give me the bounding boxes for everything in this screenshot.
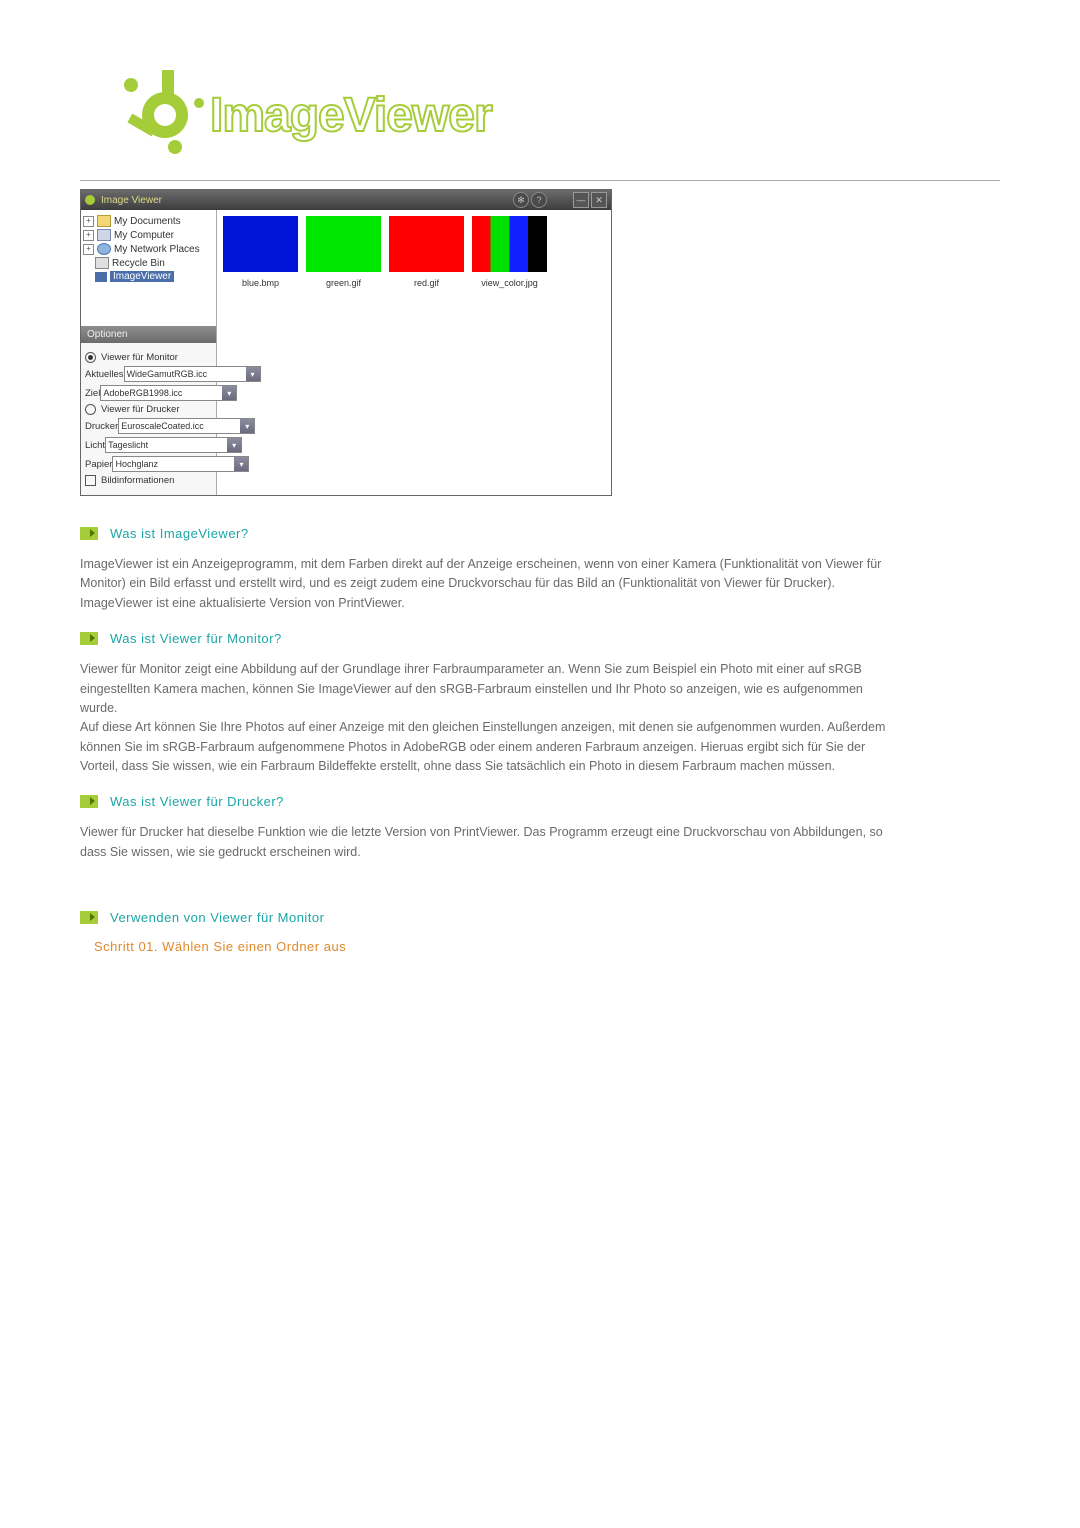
folder-tree[interactable]: +My Documents +My Computer +My Network P… — [81, 210, 216, 326]
section-body: Auf diese Art können Sie Ihre Photos auf… — [80, 718, 890, 776]
arrow-icon — [80, 911, 98, 924]
tree-item-selected[interactable]: ImageViewer — [83, 270, 214, 283]
logo-mark — [120, 70, 210, 160]
licht-label: Licht — [85, 440, 105, 451]
section-title: Verwenden von Viewer für Monitor — [110, 910, 324, 925]
sidebar: +My Documents +My Computer +My Network P… — [81, 210, 217, 495]
section-title: Was ist ImageViewer? — [110, 526, 249, 541]
bildinfo-checkbox[interactable]: Bildinformationen — [85, 475, 212, 486]
settings-icon[interactable]: ✻ — [513, 192, 529, 208]
options-panel: Viewer für Monitor Aktuelles ▾ Ziel ▾ Vi… — [81, 343, 216, 495]
thumb-stripes[interactable]: view_color.jpg — [472, 216, 547, 489]
thumb-blue[interactable]: blue.bmp — [223, 216, 298, 489]
tree-item-network[interactable]: +My Network Places — [83, 242, 214, 256]
tree-item-documents[interactable]: +My Documents — [83, 214, 214, 228]
thumb-red[interactable]: red.gif — [389, 216, 464, 489]
aktuelles-label: Aktuelles — [85, 369, 124, 380]
help-icon[interactable]: ? — [531, 192, 547, 208]
brand-logo: ImageViewer — [120, 70, 1000, 160]
papier-label: Papier — [85, 459, 112, 470]
minimize-button[interactable]: — — [573, 192, 589, 208]
section-title: Was ist Viewer für Drucker? — [110, 794, 284, 809]
radio-viewer-drucker[interactable]: Viewer für Drucker — [85, 404, 212, 415]
app-window: Image Viewer ✻ ? — ✕ +My Documents +My C… — [80, 189, 612, 496]
close-button[interactable]: ✕ — [591, 192, 607, 208]
tree-item-recycle[interactable]: Recycle Bin — [83, 256, 214, 270]
arrow-icon — [80, 527, 98, 540]
window-title: Image Viewer — [101, 195, 511, 206]
ziel-label: Ziel — [85, 388, 100, 399]
thumbnail-pane: blue.bmp green.gif red.gif view_color.jp… — [217, 210, 611, 495]
app-icon — [85, 195, 95, 205]
step-heading: Schritt 01. Wählen Sie einen Ordner aus — [94, 939, 1000, 954]
logo-text: ImageViewer — [210, 88, 492, 143]
thumb-green[interactable]: green.gif — [306, 216, 381, 489]
section-body: Viewer für Drucker hat dieselbe Funktion… — [80, 823, 890, 862]
tree-item-computer[interactable]: +My Computer — [83, 228, 214, 242]
titlebar: Image Viewer ✻ ? — ✕ — [81, 190, 611, 210]
section-body: Viewer für Monitor zeigt eine Abbildung … — [80, 660, 890, 718]
section-body: ImageViewer ist ein Anzeigeprogramm, mit… — [80, 555, 890, 613]
radio-viewer-monitor[interactable]: Viewer für Monitor — [85, 352, 212, 363]
arrow-icon — [80, 632, 98, 645]
options-tab[interactable]: Optionen — [81, 326, 216, 343]
section-title: Was ist Viewer für Monitor? — [110, 631, 282, 646]
drucker-label: Drucker — [85, 421, 118, 432]
arrow-icon — [80, 795, 98, 808]
divider — [80, 180, 1000, 181]
